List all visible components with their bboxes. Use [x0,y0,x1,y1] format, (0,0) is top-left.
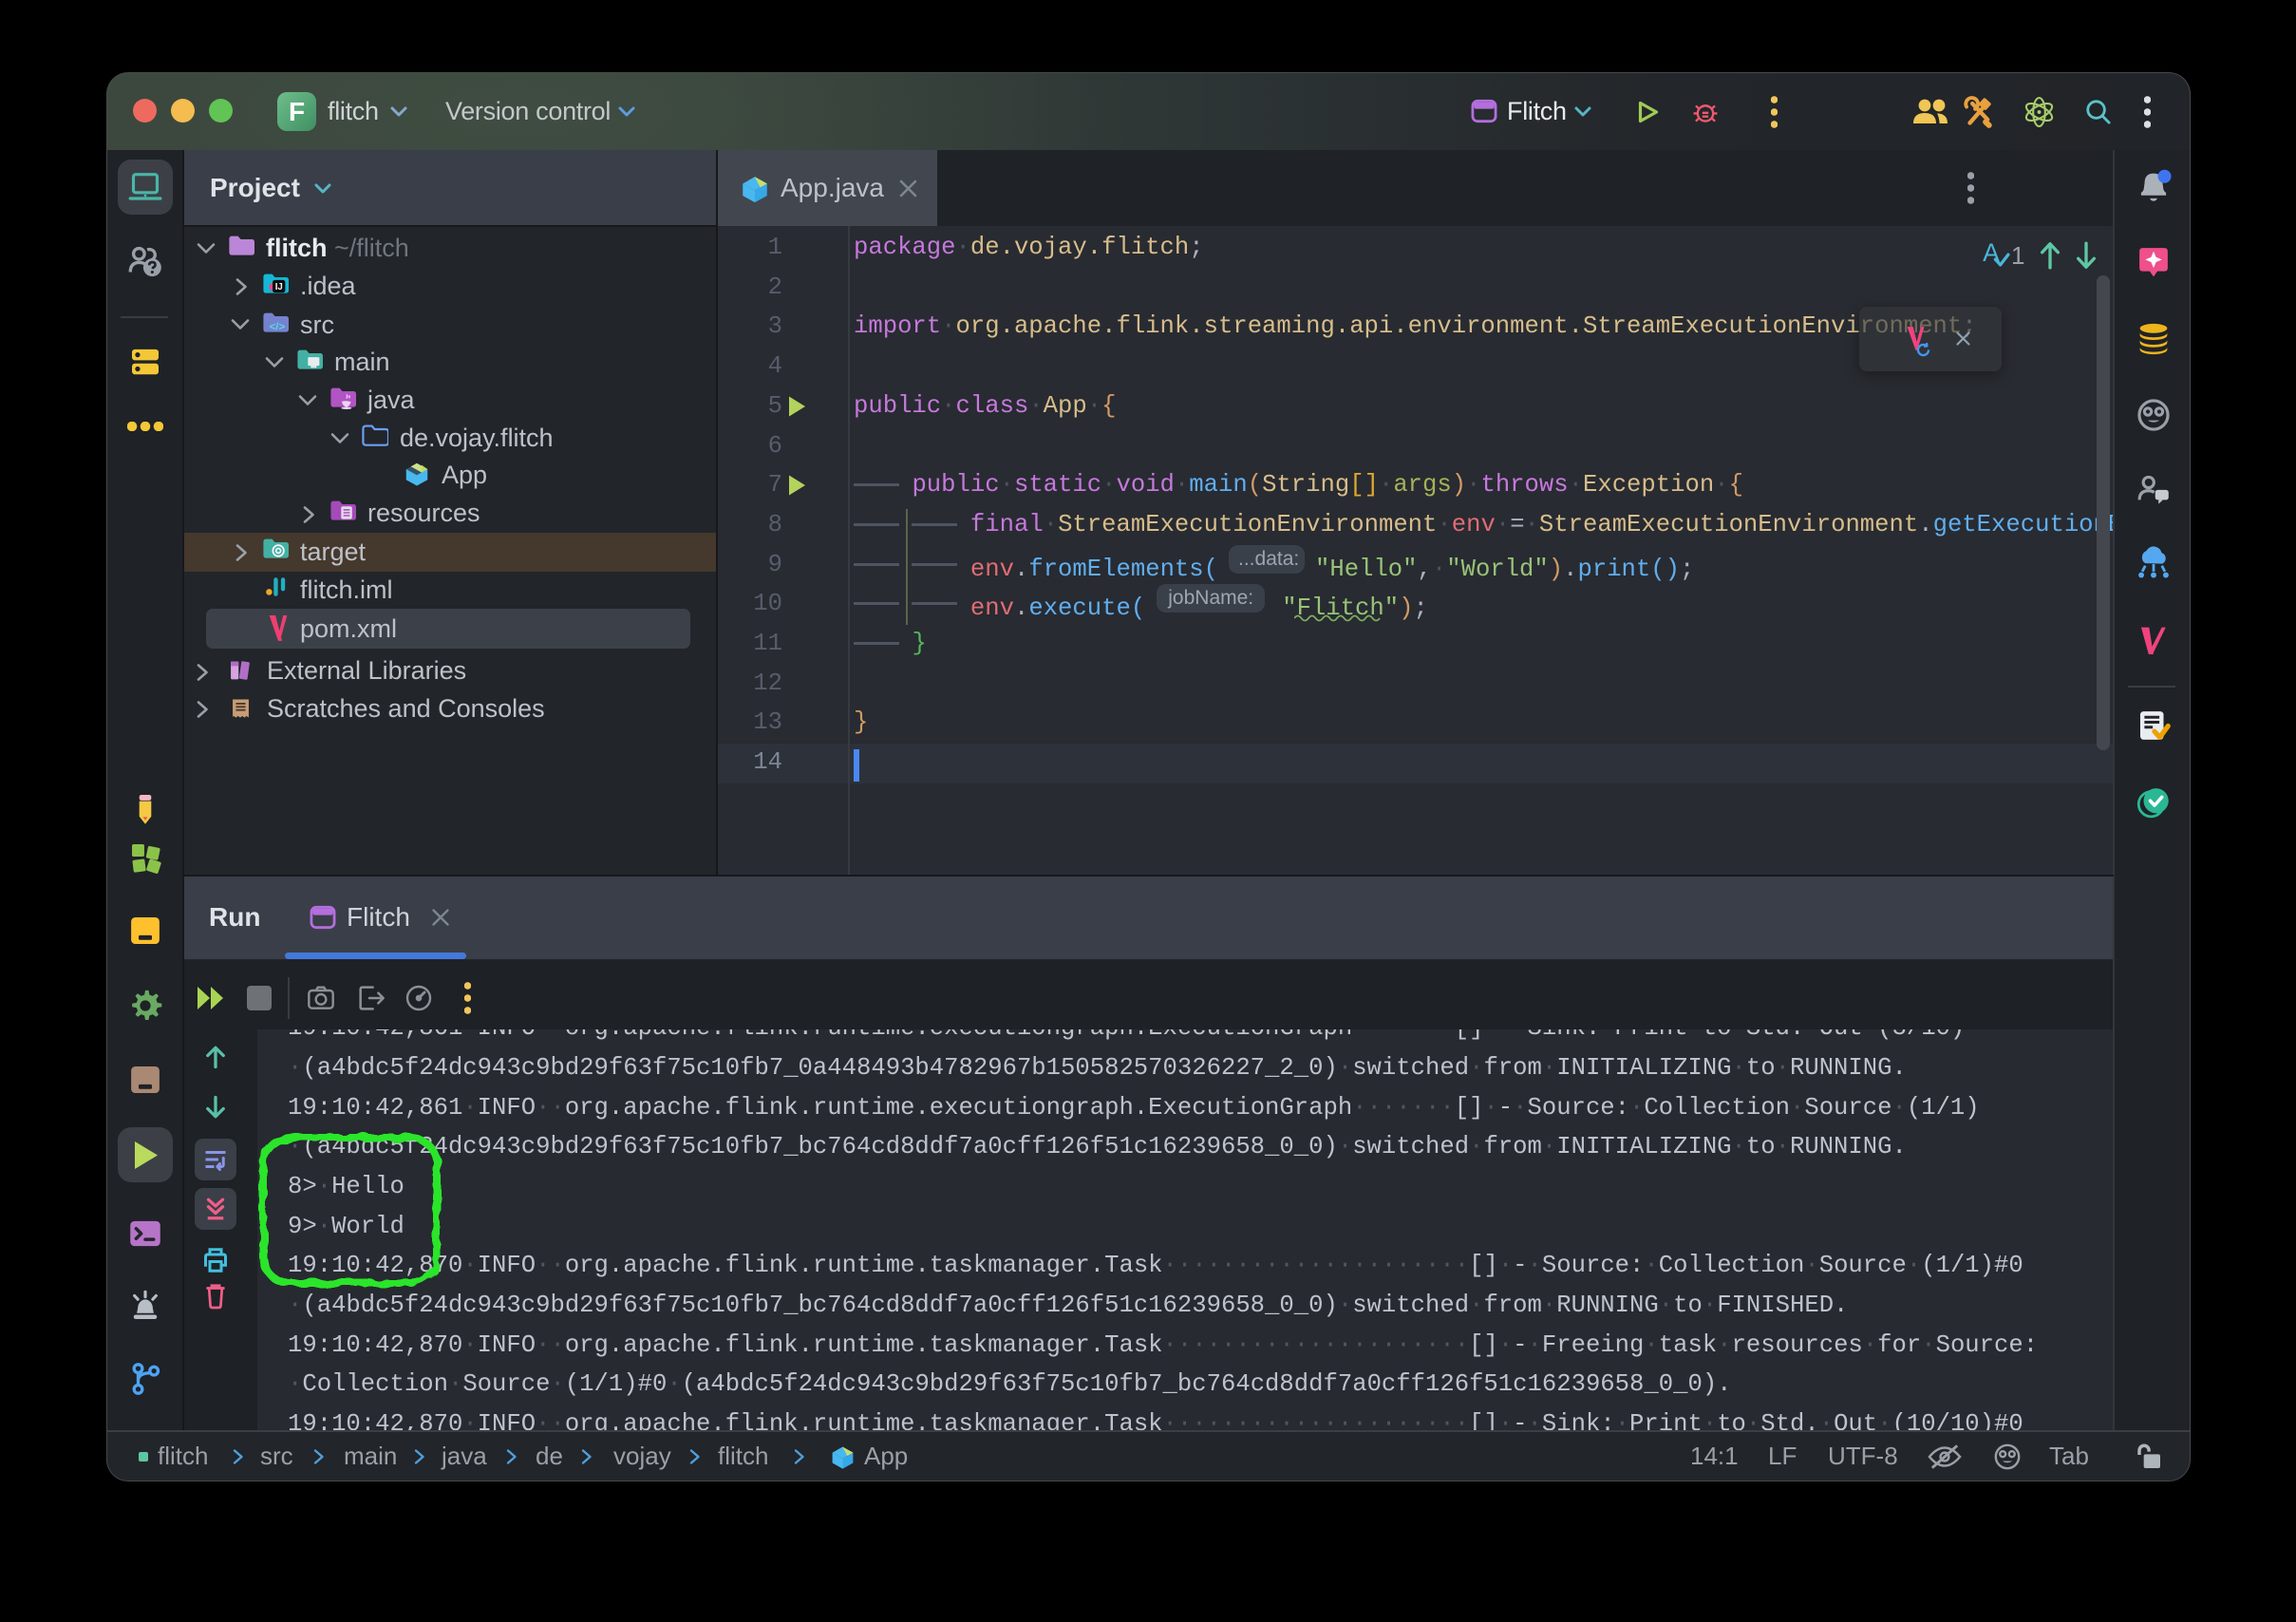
svg-text:</>: </> [270,321,286,332]
svg-text:IJ: IJ [275,282,283,292]
